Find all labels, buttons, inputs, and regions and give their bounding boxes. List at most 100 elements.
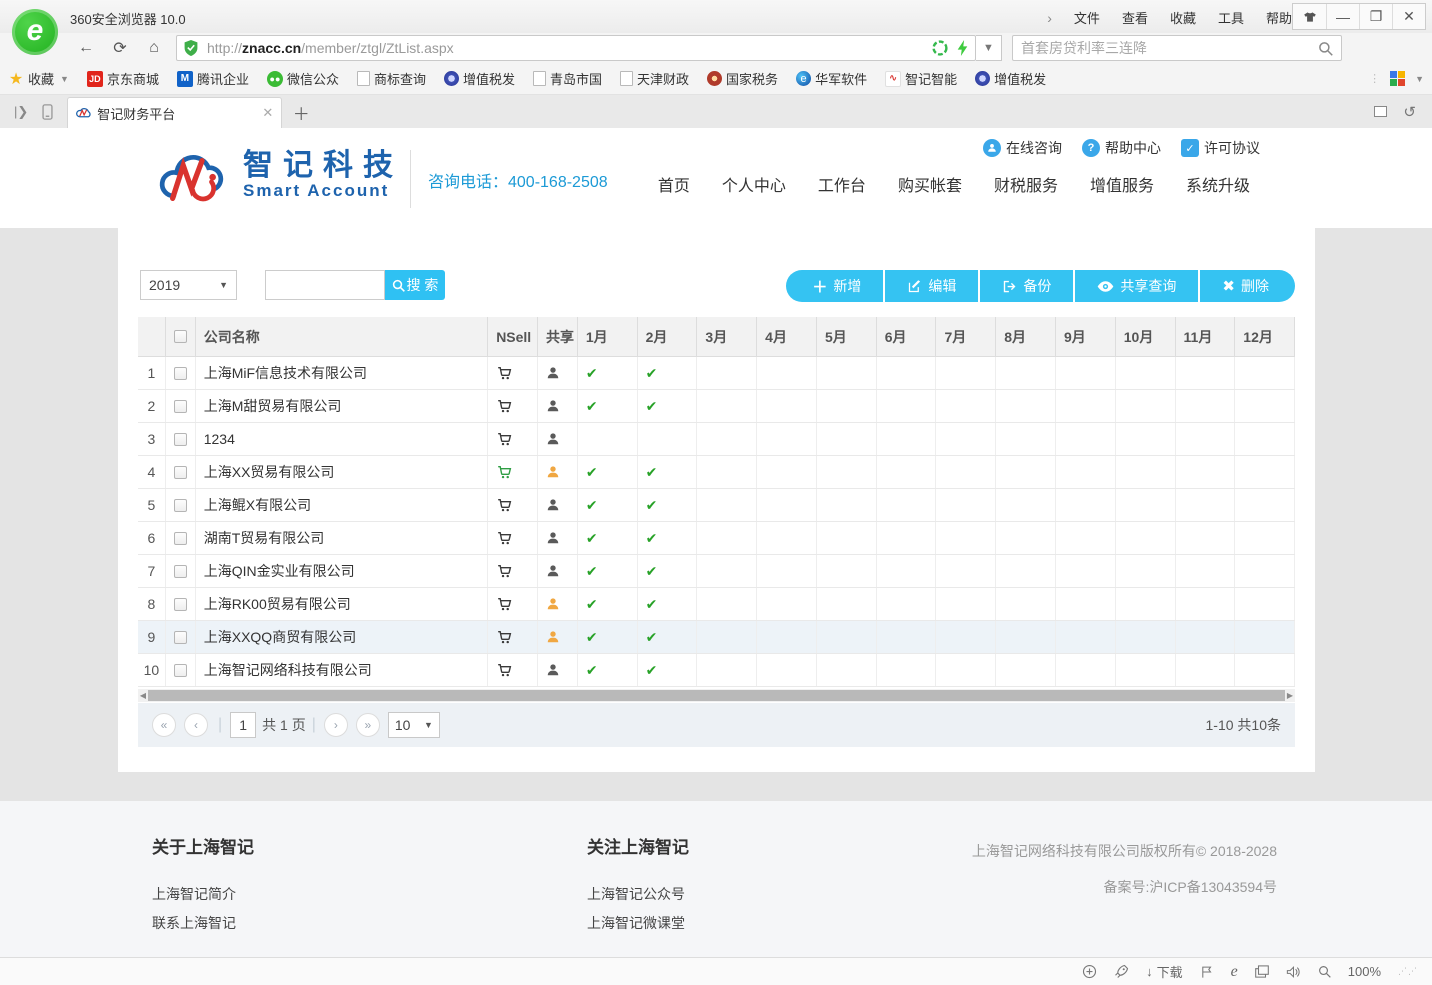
select-all-checkbox[interactable] — [166, 317, 196, 356]
action-plus-button[interactable]: ＋新增 — [786, 270, 883, 302]
next-page-button[interactable]: › — [324, 713, 348, 737]
bookmark-4[interactable]: 商标查询 — [357, 69, 426, 88]
horizontal-scrollbar[interactable]: ◀ ▶ — [138, 689, 1295, 702]
person-icon[interactable] — [538, 522, 578, 554]
bookmark-10[interactable]: ∿智记智能 — [885, 69, 957, 88]
rocket-boost-icon[interactable] — [1114, 964, 1129, 979]
row-checkbox[interactable] — [166, 621, 196, 653]
row-checkbox[interactable] — [166, 489, 196, 521]
person-icon[interactable] — [538, 423, 578, 455]
bookmark-3[interactable]: ●●微信公众 — [267, 69, 339, 88]
sound-icon[interactable] — [1286, 965, 1301, 979]
cart-icon[interactable] — [488, 423, 538, 455]
maximize-button[interactable]: ❐ — [1359, 4, 1392, 29]
nav-item-2[interactable]: 工作台 — [818, 172, 866, 196]
year-select[interactable]: 2019 ▼ — [140, 270, 237, 300]
new-tab-button[interactable]: ＋ — [288, 99, 314, 125]
bookmark-0[interactable]: ★收藏▼ — [8, 69, 69, 88]
cart-icon[interactable] — [488, 390, 538, 422]
cart-icon[interactable] — [488, 555, 538, 587]
ie-compat-icon[interactable]: e — [1231, 963, 1238, 981]
person-icon[interactable] — [538, 489, 578, 521]
browser-search-box[interactable] — [1012, 35, 1342, 61]
cart-icon[interactable] — [488, 456, 538, 488]
nav-item-3[interactable]: 购买帐套 — [898, 172, 962, 196]
first-page-button[interactable]: « — [152, 713, 176, 737]
row-checkbox[interactable] — [166, 390, 196, 422]
menu-item-2[interactable]: 收藏 — [1170, 11, 1196, 26]
cart-icon[interactable] — [488, 621, 538, 653]
bookmark-5[interactable]: 增值税发 — [444, 69, 515, 88]
page-number-input[interactable] — [230, 712, 256, 738]
nav-item-5[interactable]: 增值服务 — [1090, 172, 1154, 196]
refresh-button[interactable]: ⟳ — [104, 36, 136, 60]
utility-0[interactable]: 在线咨询 — [983, 138, 1062, 158]
zoom-search-icon[interactable] — [1318, 965, 1331, 978]
person-icon[interactable] — [538, 357, 578, 389]
sidebar-toggle-icon[interactable]: |❯ — [14, 104, 28, 120]
multi-window-icon[interactable] — [1255, 965, 1269, 978]
bookmark-6[interactable]: 青岛市国 — [533, 69, 602, 88]
close-button[interactable]: ✕ — [1392, 4, 1425, 29]
speed-bolt-icon[interactable] — [956, 40, 969, 56]
nav-item-6[interactable]: 系统升级 — [1186, 172, 1250, 196]
url-dropdown-button[interactable]: ▼ — [976, 35, 1002, 61]
person-icon[interactable] — [538, 555, 578, 587]
menu-item-3[interactable]: 工具 — [1218, 11, 1244, 26]
minimize-button[interactable]: — — [1326, 4, 1359, 29]
scroll-right-icon[interactable]: ▶ — [1285, 691, 1295, 700]
site-logo[interactable]: 智记科技 Smart Account — [155, 146, 403, 206]
search-button[interactable]: 搜 索 — [385, 270, 445, 300]
prev-page-button[interactable]: ‹ — [184, 713, 208, 737]
apps-caret-icon[interactable]: ▼ — [1415, 74, 1424, 84]
nav-item-4[interactable]: 财税服务 — [994, 172, 1058, 196]
last-page-button[interactable]: » — [356, 713, 380, 737]
speed-mode-icon[interactable] — [1082, 964, 1097, 979]
tab-close-icon[interactable]: ✕ — [262, 105, 273, 121]
home-button[interactable]: ⌂ — [138, 36, 170, 60]
keyword-input[interactable] — [265, 270, 385, 300]
apps-grid-icon[interactable] — [1390, 71, 1405, 86]
row-checkbox[interactable] — [166, 522, 196, 554]
bookmark-2[interactable]: M腾讯企业 — [177, 69, 249, 88]
row-checkbox[interactable] — [166, 588, 196, 620]
bookmark-9[interactable]: e华军软件 — [796, 69, 867, 88]
menu-item-1[interactable]: 查看 — [1122, 11, 1148, 26]
url-field[interactable]: http://znacc.cn/member/ztgl/ZtList.aspx — [176, 35, 976, 61]
search-icon[interactable] — [1318, 41, 1333, 56]
bookmark-7[interactable]: 天津财政 — [620, 69, 689, 88]
row-checkbox[interactable] — [166, 357, 196, 389]
snapshot-aperture-icon[interactable] — [932, 40, 948, 56]
back-button[interactable]: ← — [70, 36, 102, 60]
menu-expand-icon[interactable]: › — [1047, 10, 1052, 26]
window-list-icon[interactable] — [1374, 106, 1387, 117]
person-icon[interactable] — [538, 588, 578, 620]
bookmark-8[interactable]: 国家税务 — [707, 69, 778, 88]
footer-about-link-0[interactable]: 上海智记简介 — [152, 884, 254, 904]
cart-icon[interactable] — [488, 489, 538, 521]
restore-tab-icon[interactable]: ↺ — [1403, 103, 1416, 121]
skin-icon[interactable] — [1293, 4, 1326, 29]
flag-report-icon[interactable] — [1200, 965, 1214, 979]
footer-about-link-1[interactable]: 联系上海智记 — [152, 913, 254, 933]
bookmark-11[interactable]: 增值税发 — [975, 69, 1046, 88]
cart-icon[interactable] — [488, 654, 538, 686]
action-backup-button[interactable]: 备份 — [980, 270, 1073, 302]
scroll-left-icon[interactable]: ◀ — [138, 691, 148, 700]
action-delete-button[interactable]: ✖删除 — [1200, 270, 1295, 302]
resize-grip-icon[interactable]: ⋰⋰ — [1398, 966, 1418, 977]
action-eye-button[interactable]: 共享查询 — [1075, 270, 1198, 302]
browser-360-logo-icon[interactable]: e — [12, 9, 58, 55]
nav-item-1[interactable]: 个人中心 — [722, 172, 786, 196]
footer-follow-link-0[interactable]: 上海智记公众号 — [587, 884, 689, 904]
cart-icon[interactable] — [488, 357, 538, 389]
cart-icon[interactable] — [488, 588, 538, 620]
scrollbar-thumb[interactable] — [148, 690, 1285, 701]
utility-2[interactable]: ✓许可协议 — [1181, 138, 1260, 158]
person-icon[interactable] — [538, 390, 578, 422]
row-checkbox[interactable] — [166, 555, 196, 587]
row-checkbox[interactable] — [166, 654, 196, 686]
mobile-view-icon[interactable] — [42, 104, 53, 120]
cart-icon[interactable] — [488, 522, 538, 554]
menu-item-0[interactable]: 文件 — [1074, 11, 1100, 26]
